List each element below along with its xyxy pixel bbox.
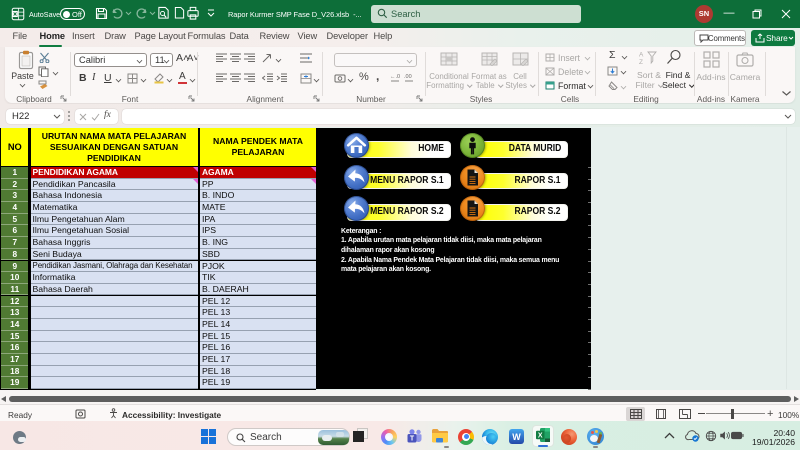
svg-text:W: W [512,432,521,442]
svg-text:X: X [537,433,542,440]
svg-text:.00: .00 [404,74,412,80]
svg-text:Z: Z [639,59,643,65]
svg-text:T: T [410,436,415,443]
svg-text:←.0: ←.0 [390,74,400,80]
svg-text:A: A [639,52,644,59]
